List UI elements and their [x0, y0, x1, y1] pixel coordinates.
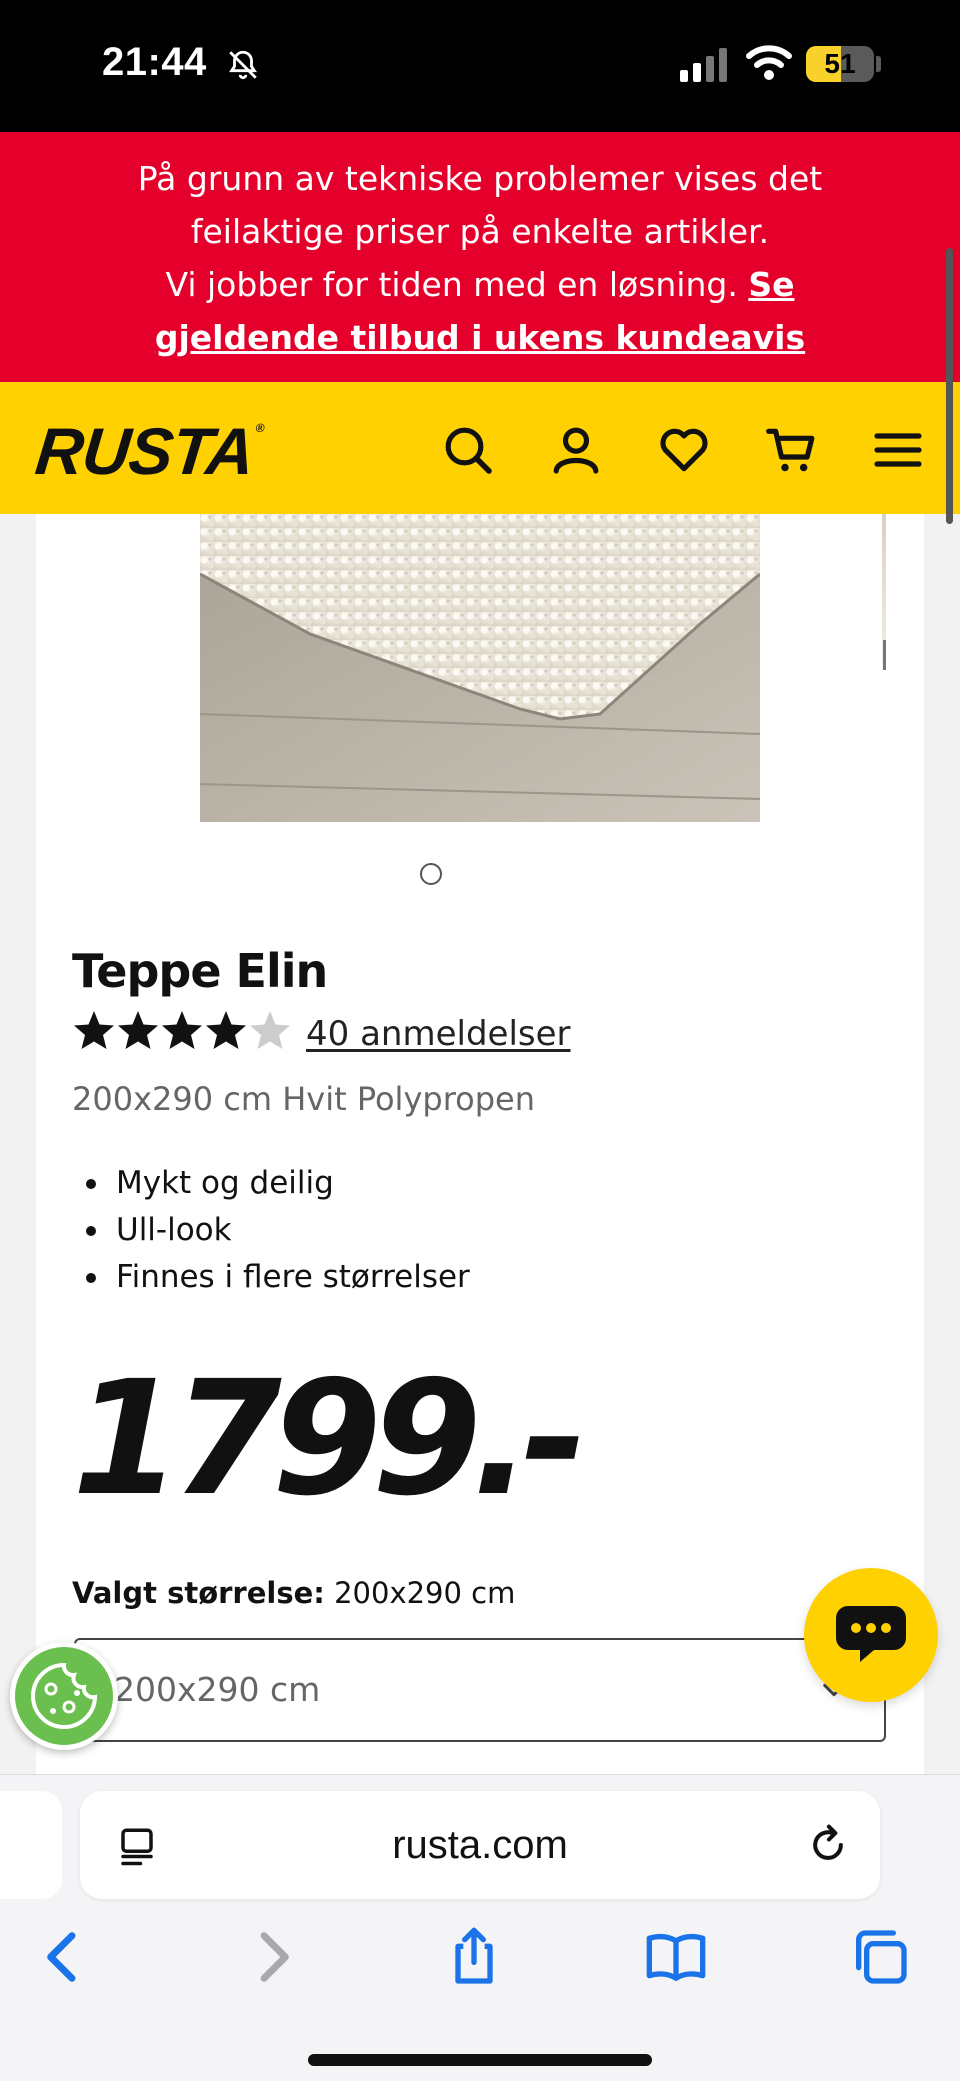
- status-time: 21:44: [102, 40, 207, 84]
- size-dropdown-value: 200x290 cm: [114, 1670, 321, 1709]
- search-icon[interactable]: [440, 422, 496, 478]
- star-icon: [250, 1011, 290, 1049]
- notice-line-1: På grunn av tekniske problemer vises det: [137, 159, 823, 198]
- star-icon: [162, 1011, 202, 1049]
- product-image[interactable]: [200, 514, 760, 822]
- battery-tip: [876, 56, 881, 72]
- rating-stars[interactable]: [72, 1008, 292, 1054]
- menu-icon[interactable]: [870, 422, 926, 478]
- star-icon: [118, 1011, 158, 1049]
- address-bar[interactable]: rusta.com: [80, 1791, 880, 1899]
- url-domain: rusta.com: [392, 1823, 568, 1867]
- selected-size: Valgt størrelse: 200x290 cm: [72, 1576, 515, 1610]
- notice-banner: På grunn av tekniske problemer vises det…: [0, 132, 960, 382]
- bell-muted-icon: [229, 50, 257, 80]
- share-icon[interactable]: [442, 1925, 506, 1989]
- chat-button[interactable]: [804, 1568, 938, 1702]
- status-bar: 21:44 51: [0, 0, 960, 132]
- logo-registered-mark: ®: [255, 421, 265, 435]
- heart-icon[interactable]: [656, 422, 712, 478]
- tabs-icon[interactable]: [848, 1925, 912, 1989]
- notice-line-3: Vi jobber for tiden med en løsning.: [165, 265, 738, 304]
- forward-icon[interactable]: [240, 1925, 304, 1989]
- reload-icon[interactable]: [806, 1823, 850, 1867]
- feature-item: Finnes i flere størrelser: [80, 1254, 470, 1301]
- home-indicator[interactable]: [308, 2054, 652, 2066]
- star-icon: [74, 1011, 114, 1049]
- logo-text: RUSTA: [32, 414, 258, 488]
- battery-percent: 51: [824, 48, 856, 79]
- size-dropdown[interactable]: 200x290 cm: [74, 1638, 886, 1742]
- product-subtitle: 200x290 cm Hvit Polypropen: [72, 1080, 535, 1118]
- notice-link-part-2[interactable]: gjeldende tilbud i ukens kundeavis: [155, 318, 805, 357]
- cookie-icon: [31, 1662, 98, 1729]
- back-icon[interactable]: [32, 1925, 96, 1989]
- selected-size-label: Valgt størrelse:: [72, 1576, 325, 1610]
- reviews-link[interactable]: 40 anmeldelser: [306, 1014, 571, 1054]
- star-icon: [206, 1011, 246, 1049]
- chat-bubble-icon: [836, 1606, 906, 1662]
- notice-link-part-1[interactable]: Se: [748, 265, 794, 304]
- cart-icon[interactable]: [764, 422, 820, 478]
- rusta-logo[interactable]: RUSTA®: [32, 414, 265, 488]
- notice-line-3-wrap: Vi jobber for tiden med en løsning. Se: [0, 258, 960, 311]
- product-title: Teppe Elin: [72, 944, 328, 998]
- bookmarks-icon[interactable]: [644, 1925, 708, 1989]
- wifi-icon: [746, 45, 792, 80]
- feature-item: Mykt og deilig: [80, 1160, 470, 1207]
- page-scrollbar[interactable]: [946, 248, 953, 524]
- product-price: 1799.-: [72, 1347, 587, 1531]
- product-card: Teppe Elin 40 anmeldelser 200x290 cm Hvi…: [36, 514, 924, 1774]
- notice-line-2: feilaktige priser på enkelte artikler.: [190, 212, 770, 251]
- site-header: RUSTA®: [0, 382, 960, 514]
- notice-line-4-wrap: gjeldende tilbud i ukens kundeavis: [0, 311, 960, 364]
- page: 21:44 51 På grunn av tekniske problemer …: [0, 0, 960, 2081]
- feature-item: Ull-look: [80, 1207, 470, 1254]
- battery-indicator: 51: [806, 46, 874, 82]
- account-icon[interactable]: [548, 422, 604, 478]
- thumbnail-strip-indicator: [883, 640, 886, 670]
- feature-list: Mykt og deilig Ull-look Finnes i flere s…: [80, 1160, 470, 1301]
- selected-size-value: 200x290 cm: [334, 1576, 516, 1610]
- browser-toolbar: rusta.com: [0, 1774, 960, 2081]
- previous-tab-preview[interactable]: [0, 1791, 62, 1899]
- carousel-dot[interactable]: [420, 863, 442, 885]
- cookie-settings-button[interactable]: [10, 1642, 118, 1750]
- cellular-signal-icon: [680, 48, 727, 82]
